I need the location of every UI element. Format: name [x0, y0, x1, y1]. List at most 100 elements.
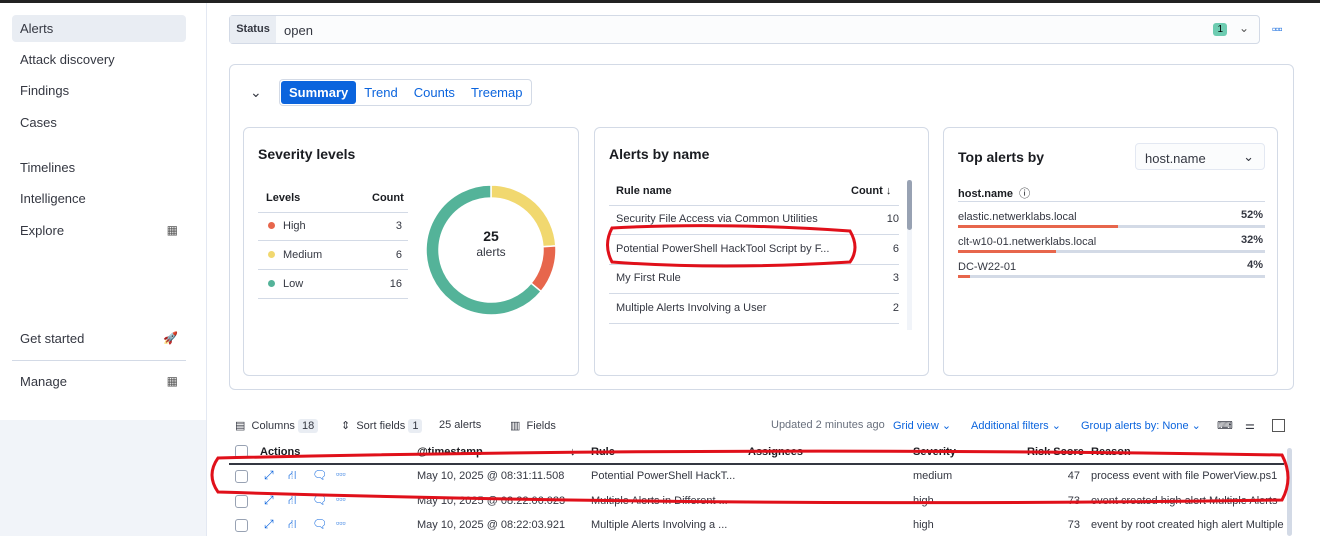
severity-levels-card: Severity levels Levels Count High 3 Medi…: [243, 127, 579, 376]
scrollbar-thumb[interactable]: [907, 180, 912, 230]
rule-count: 10: [886, 213, 899, 225]
col-actions: Actions: [260, 446, 301, 458]
sidebar-item-explore[interactable]: Explore ▦: [12, 217, 186, 244]
host-name[interactable]: DC-W22-01: [958, 261, 1016, 273]
group-field-select[interactable]: host.name ⌄: [1135, 143, 1265, 170]
rule-link[interactable]: Multiple Alerts Involving a ...: [591, 519, 727, 531]
rule-link[interactable]: Multiple Alerts in Different ...: [591, 495, 728, 507]
sidebar-item-manage[interactable]: Manage ▦: [12, 368, 186, 395]
chevron-down-icon[interactable]: ⌄: [1239, 21, 1249, 35]
reason-text: event by root created high alert Multipl…: [1091, 519, 1284, 531]
comment-icon[interactable]: 🗨: [312, 493, 327, 507]
rule-name[interactable]: My First Rule: [616, 272, 681, 284]
row-checkbox[interactable]: [235, 494, 248, 508]
divider: [258, 212, 408, 213]
analyze-tree-icon[interactable]: ⛙: [288, 517, 296, 533]
tab-trend[interactable]: Trend: [356, 81, 405, 104]
rule-name[interactable]: Security File Access via Common Utilitie…: [616, 213, 818, 225]
rule-count: 6: [892, 242, 899, 255]
label: Low: [283, 278, 304, 290]
risk-score-cell: 73: [1067, 494, 1080, 507]
tab-treemap[interactable]: Treemap: [463, 81, 531, 104]
col-timestamp[interactable]: @timestamp: [417, 446, 483, 458]
rocket-icon: 🚀: [163, 331, 178, 345]
col-risk-score[interactable]: Risk Score: [1027, 446, 1084, 458]
display-settings-icon[interactable]: ⚌: [1245, 419, 1255, 432]
label: Grid view: [893, 420, 939, 432]
rule-link[interactable]: Potential PowerShell HackT...: [591, 470, 735, 482]
fields-icon: ▥: [510, 420, 521, 432]
sidebar-item-attack-discovery[interactable]: Attack discovery: [12, 46, 186, 73]
donut-slice-high[interactable]: [530, 245, 557, 293]
columns-button[interactable]: ▤ Columns 18: [235, 419, 319, 433]
expand-icon[interactable]: ⤢: [264, 493, 274, 508]
keyboard-icon[interactable]: ⌨: [1217, 419, 1233, 432]
col-assignees[interactable]: Assignees: [748, 446, 803, 458]
sidebar-item-findings[interactable]: Findings: [12, 77, 186, 104]
more-actions-icon[interactable]: ▫▫▫: [336, 518, 346, 528]
info-icon[interactable]: ⓘ: [1019, 188, 1030, 200]
scrollbar[interactable]: [907, 180, 912, 330]
col-reason[interactable]: Reason: [1091, 446, 1131, 458]
host-bar-fill: [958, 250, 1057, 253]
host-percent: 4%: [1247, 259, 1263, 271]
row-checkbox[interactable]: [235, 470, 248, 483]
sort-desc-icon[interactable]: ↓: [570, 446, 576, 458]
host-name[interactable]: elastic.netwerklabs.local: [958, 211, 1077, 223]
additional-filters-button[interactable]: Additional filters ⌄: [971, 419, 1061, 432]
analyze-tree-icon[interactable]: ⛙: [288, 468, 296, 484]
tab-counts[interactable]: Counts: [406, 81, 463, 104]
fields-button[interactable]: ▥ Fields: [510, 419, 556, 432]
host-bar: [958, 250, 1265, 253]
reason-cell: event created high alert Multiple Alerts: [1091, 495, 1284, 507]
label: Findings: [20, 83, 70, 98]
host-bar-fill: [958, 225, 1118, 228]
sidebar-item-intelligence[interactable]: Intelligence: [12, 185, 186, 212]
col-levels: Levels: [266, 192, 301, 204]
grid-view-button[interactable]: Grid view ⌄: [893, 419, 951, 432]
host-bar: [958, 225, 1265, 228]
host-name[interactable]: clt-w10-01.netwerklabs.local: [958, 236, 1096, 248]
row-checkbox[interactable]: [235, 519, 248, 532]
label: High: [283, 220, 306, 232]
divider: [609, 234, 899, 235]
rule-count: 2: [892, 301, 899, 314]
fullscreen-icon[interactable]: [1272, 419, 1285, 432]
sidebar-item-get-started[interactable]: Get started 🚀: [12, 325, 186, 352]
chevron-down-icon[interactable]: ⌄: [250, 84, 262, 101]
expand-icon[interactable]: ⤢: [264, 468, 274, 483]
severity-count: 6: [395, 249, 402, 261]
sort-fields-button[interactable]: ⇕ Sort fields 1: [341, 419, 423, 433]
sidebar-item-timelines[interactable]: Timelines: [12, 154, 186, 181]
label: Cases: [20, 115, 57, 130]
more-options-icon[interactable]: ▫▫▫: [1272, 22, 1283, 36]
label: Medium: [283, 249, 323, 261]
donut-total-label: alerts: [476, 245, 506, 259]
col-rule[interactable]: Rule: [591, 446, 615, 458]
divider: [12, 360, 186, 361]
more-actions-icon[interactable]: ▫▫▫: [336, 469, 346, 479]
status-filter[interactable]: Status open 1 ⌄: [229, 15, 1260, 44]
analyze-tree-icon[interactable]: ⛙: [288, 493, 296, 509]
select-all-checkbox[interactable]: [235, 445, 248, 458]
group-alerts-button[interactable]: Group alerts by: None ⌄: [1081, 419, 1201, 432]
col-count[interactable]: Count ↓: [851, 185, 891, 197]
card-title: Severity levels: [258, 146, 356, 162]
sidebar-item-cases[interactable]: Cases: [12, 109, 186, 136]
sidebar-item-alerts[interactable]: Alerts: [12, 15, 186, 42]
col-severity[interactable]: Severity: [913, 446, 956, 458]
table-scrollbar[interactable]: [1287, 448, 1292, 536]
tab-summary[interactable]: Summary: [281, 81, 357, 104]
comment-icon[interactable]: 🗨: [312, 517, 327, 531]
sort-arrow-icon: ↓: [885, 185, 892, 197]
rule-name[interactable]: Potential PowerShell HackTool Script by …: [616, 243, 829, 255]
alerts-by-name-card: Alerts by name Rule name Count ↓ Securit…: [594, 127, 929, 376]
rule-name[interactable]: Multiple Alerts Involving a User: [616, 302, 766, 314]
field-header: host.name ⓘ: [958, 185, 1030, 201]
donut-total: 25: [483, 228, 499, 244]
expand-icon[interactable]: ⤢: [264, 517, 274, 532]
divider: [258, 269, 408, 270]
comment-icon[interactable]: 🗨: [312, 468, 327, 482]
label: Manage: [20, 374, 67, 389]
more-actions-icon[interactable]: ▫▫▫: [336, 494, 346, 504]
